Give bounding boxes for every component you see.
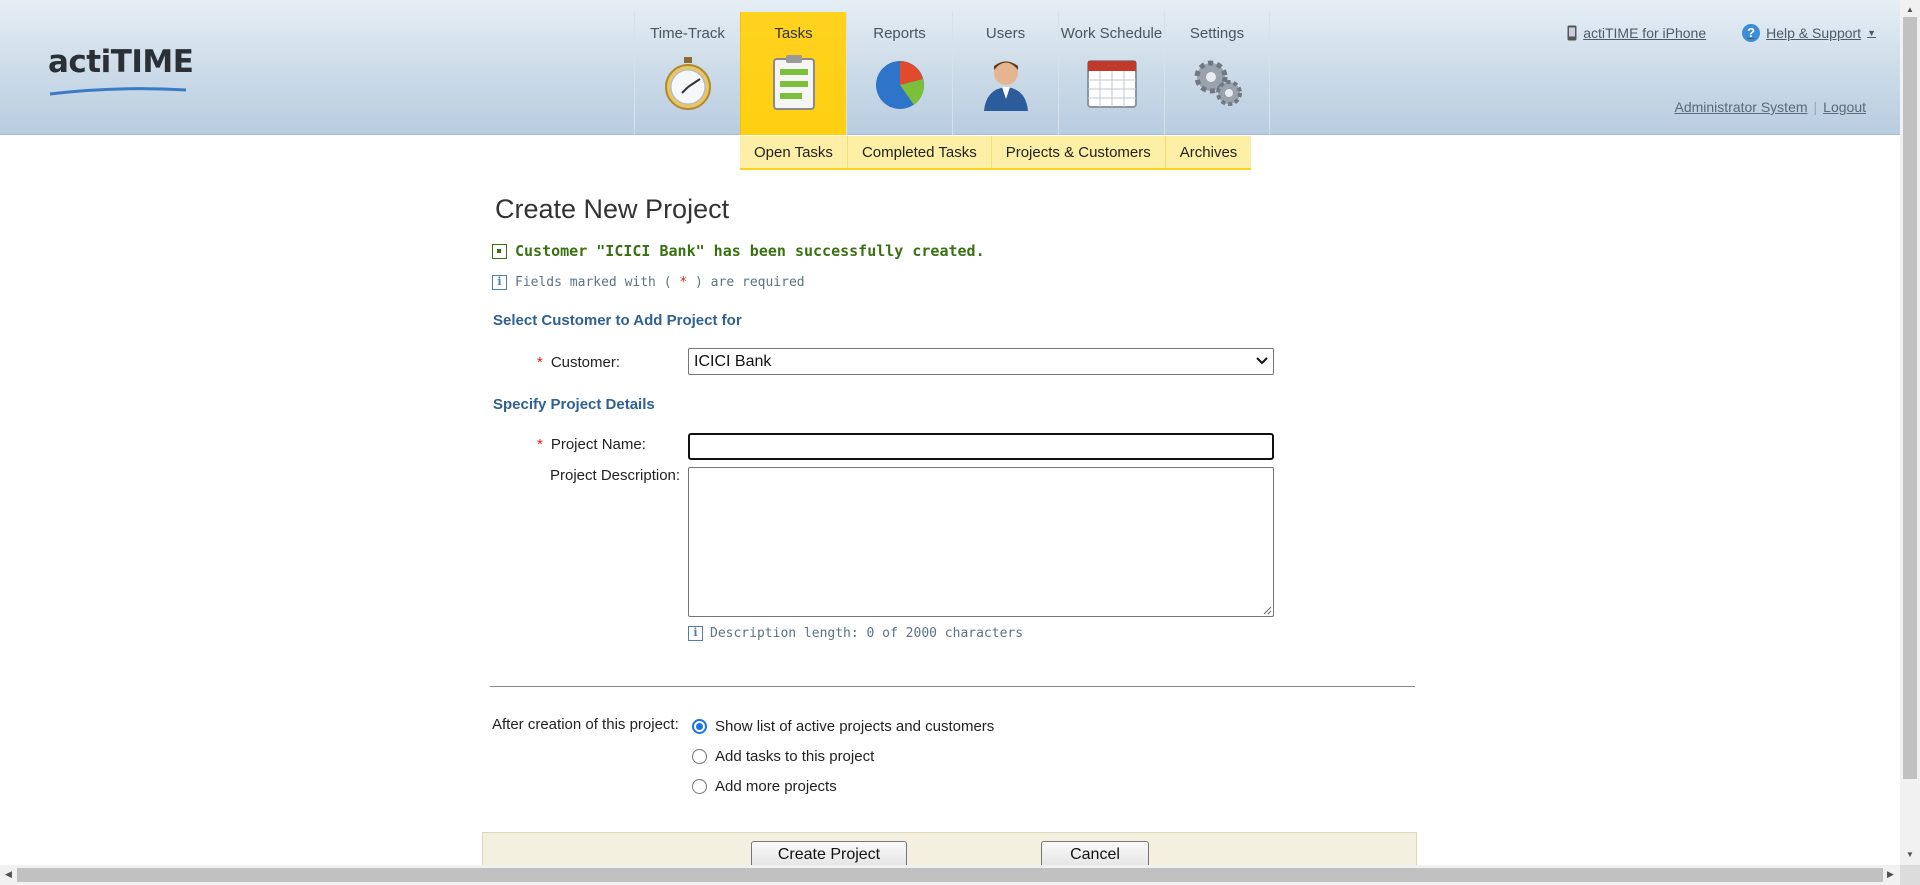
radio-button[interactable] bbox=[692, 749, 707, 764]
page: actiTIME Time-Track Tasks Reports Users … bbox=[0, 0, 1900, 865]
subnav-projects-customers[interactable]: Projects & Customers bbox=[992, 136, 1166, 168]
help-support-menu[interactable]: ? Help & Support ▼ bbox=[1742, 24, 1876, 42]
project-name-label: * Project Name: bbox=[537, 436, 646, 453]
header: actiTIME Time-Track Tasks Reports Users … bbox=[0, 0, 1900, 135]
nav-tab-label: Users bbox=[985, 25, 1026, 42]
horizontal-scroll-thumb[interactable] bbox=[17, 868, 1883, 882]
nav-tab-reports[interactable]: Reports bbox=[846, 12, 952, 135]
subnav-archives[interactable]: Archives bbox=[1166, 136, 1252, 168]
customer-select-value: ICICI Bank bbox=[694, 353, 772, 370]
vertical-scroll-thumb[interactable] bbox=[1903, 17, 1917, 779]
radio-label: Add more projects bbox=[715, 778, 837, 795]
separator: | bbox=[1813, 99, 1818, 115]
scrollbar-corner bbox=[1900, 865, 1920, 885]
scroll-right-icon[interactable]: ▶ bbox=[1887, 869, 1894, 880]
radio-button[interactable] bbox=[692, 779, 707, 794]
project-name-input[interactable] bbox=[688, 433, 1274, 460]
project-description-wrapper bbox=[688, 467, 1274, 617]
main-nav: Time-Track Tasks Reports Users Work Sche… bbox=[634, 12, 1270, 135]
description-length: i Description length: 0 of 2000 characte… bbox=[688, 626, 1023, 641]
after-option-show-list[interactable]: Show list of active projects and custome… bbox=[692, 718, 994, 735]
calendar-icon bbox=[1086, 60, 1137, 108]
nav-tab-users[interactable]: Users bbox=[952, 12, 1058, 135]
success-message: Customer "ICICI Bank" has been successfu… bbox=[492, 242, 985, 260]
help-icon: ? bbox=[1742, 24, 1761, 42]
success-message-text: Customer "ICICI Bank" has been successfu… bbox=[515, 242, 985, 260]
nav-tab-label: Settings bbox=[1189, 25, 1245, 42]
logo-swoosh-icon bbox=[49, 87, 187, 96]
nav-tab-label: Tasks bbox=[774, 25, 813, 42]
user-name-link[interactable]: Administrator System bbox=[1674, 99, 1807, 115]
form-actions-bar: Create Project Cancel bbox=[482, 832, 1417, 865]
logo-text: actiTIME bbox=[48, 44, 194, 80]
pie-chart-icon bbox=[875, 61, 924, 109]
resize-grip-icon[interactable] bbox=[1262, 605, 1272, 615]
info-icon: i bbox=[492, 275, 507, 290]
after-option-add-tasks[interactable]: Add tasks to this project bbox=[692, 748, 874, 765]
nav-tab-tasks[interactable]: Tasks bbox=[740, 12, 846, 135]
nav-tab-label: Reports bbox=[873, 25, 926, 42]
chevron-down-icon bbox=[1256, 357, 1268, 365]
customer-select[interactable]: ICICI Bank bbox=[688, 348, 1274, 375]
radio-label: Add tasks to this project bbox=[715, 748, 875, 765]
cancel-button[interactable]: Cancel bbox=[1041, 841, 1149, 865]
scroll-left-icon[interactable]: ◀ bbox=[5, 869, 12, 880]
iphone-link-label: actiTIME for iPhone bbox=[1583, 25, 1707, 41]
radio-label: Show list of active projects and custome… bbox=[715, 718, 995, 735]
after-option-add-projects[interactable]: Add more projects bbox=[692, 778, 837, 795]
subnav-open-tasks[interactable]: Open Tasks bbox=[740, 136, 848, 168]
tasks-subnav: Open Tasks Completed Tasks Projects & Cu… bbox=[740, 136, 1252, 170]
project-description-textarea[interactable] bbox=[688, 467, 1274, 617]
project-description-label: Project Description: bbox=[550, 467, 681, 484]
phone-icon bbox=[1567, 25, 1577, 41]
required-star: * bbox=[537, 354, 543, 371]
nav-tab-work-schedule[interactable]: Work Schedule bbox=[1058, 12, 1164, 135]
caret-down-icon: ▼ bbox=[1867, 28, 1876, 38]
user-links: Administrator System | Logout bbox=[1674, 99, 1866, 115]
info-icon: i bbox=[688, 626, 703, 641]
horizontal-scrollbar[interactable]: ◀ ▶ bbox=[0, 865, 1900, 885]
page-title: Create New Project bbox=[495, 194, 730, 224]
top-links: actiTIME for iPhone ? Help & Support ▼ bbox=[1567, 24, 1876, 42]
create-project-button[interactable]: Create Project bbox=[751, 841, 907, 865]
section-title-customer: Select Customer to Add Project for bbox=[493, 312, 742, 329]
description-length-text: Description length: 0 of 2000 characters bbox=[710, 626, 1024, 641]
subnav-completed-tasks[interactable]: Completed Tasks bbox=[848, 136, 992, 168]
divider bbox=[490, 686, 1415, 687]
success-icon bbox=[492, 243, 507, 259]
section-title-details: Specify Project Details bbox=[493, 396, 655, 413]
nav-tab-label: Work Schedule bbox=[1060, 25, 1163, 42]
user-icon bbox=[983, 61, 1028, 111]
actitime-logo[interactable]: actiTIME bbox=[48, 44, 194, 100]
after-creation-label: After creation of this project: bbox=[492, 716, 679, 733]
clipboard-icon bbox=[772, 55, 815, 110]
customer-label: * Customer: bbox=[537, 354, 621, 371]
logout-link[interactable]: Logout bbox=[1823, 99, 1866, 115]
gears-icon bbox=[1194, 60, 1242, 106]
scroll-down-icon[interactable]: ▼ bbox=[1906, 850, 1914, 859]
scroll-up-icon[interactable]: ▲ bbox=[1906, 5, 1914, 14]
required-note-text: Fields marked with ( * ) are required bbox=[515, 275, 805, 290]
nav-tab-settings[interactable]: Settings bbox=[1164, 12, 1270, 135]
required-fields-note: i Fields marked with ( * ) are required bbox=[492, 275, 805, 290]
iphone-link[interactable]: actiTIME for iPhone bbox=[1567, 25, 1706, 41]
vertical-scrollbar[interactable]: ▲ ▼ bbox=[1900, 0, 1920, 865]
help-support-label: Help & Support bbox=[1766, 25, 1862, 41]
stopwatch-icon bbox=[664, 57, 711, 110]
radio-button[interactable] bbox=[692, 719, 707, 734]
required-star: * bbox=[537, 436, 543, 453]
nav-tab-time-track[interactable]: Time-Track bbox=[634, 12, 740, 135]
nav-tab-label: Time-Track bbox=[650, 25, 725, 42]
